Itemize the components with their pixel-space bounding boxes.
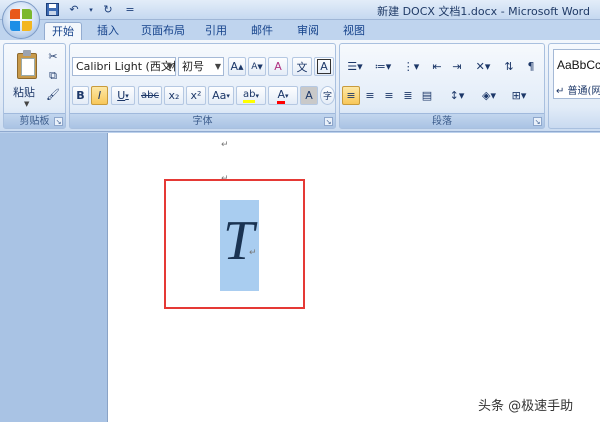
style-name-label: ↵ 普通(网	[556, 86, 600, 97]
character-border-label: A	[317, 59, 331, 74]
superscript-button[interactable]: x²	[186, 86, 206, 105]
justify-icon[interactable]: ≣	[399, 86, 417, 105]
borders-icon[interactable]: ⊞▾	[506, 86, 532, 105]
paste-button-label[interactable]: 粘贴	[13, 84, 35, 100]
style-normal-web[interactable]: AaBbCcDc ↵ 普通(网	[553, 49, 600, 99]
font-dialog-launcher-icon[interactable]: ↘	[324, 117, 333, 126]
character-shading-label: A	[305, 89, 313, 102]
paragraph-group: ☰▾ ≔▾ ⋮▾ ⇤ ⇥ ✕▾ ⇅ ¶ ≡ ≡ ≡ ≣ ▤ ↕▾ ◈▾ ⊞▾ 段…	[339, 43, 545, 129]
font-size-combo[interactable]: 初号 ▼	[178, 57, 224, 76]
tab-mailings[interactable]: 邮件	[244, 22, 280, 40]
paragraph-mark: ↵	[221, 140, 229, 150]
paragraph-dialog-launcher-icon[interactable]: ↘	[533, 117, 542, 126]
office-button[interactable]	[2, 1, 40, 39]
font-name-combo[interactable]: Calibri Light (西文标 ▼	[72, 57, 176, 76]
italic-label: I	[97, 89, 102, 102]
text-highlight-label: ab	[243, 89, 256, 103]
clear-formatting-label: A	[274, 60, 282, 73]
font-size-chevron-down-icon[interactable]: ▼	[215, 58, 221, 75]
paste-dropdown-chevron-icon[interactable]: ▼	[24, 100, 29, 108]
increase-indent-icon[interactable]: ⇥	[448, 57, 466, 76]
window-title: 新建 DOCX 文档1.docx - Microsoft Word	[377, 5, 590, 18]
numbering-icon[interactable]: ≔▾	[370, 57, 396, 76]
tab-view[interactable]: 视图	[336, 22, 372, 40]
watermark-text: 头条 @极速手助	[478, 399, 574, 414]
undo-dropdown-chevron-icon[interactable]: ▾	[88, 2, 94, 17]
font-name-value: Calibri Light (西文标	[76, 60, 176, 73]
font-group: Calibri Light (西文标 ▼ 初号 ▼ A ▲ A ▼ A 文 A B …	[69, 43, 336, 129]
enclose-characters-label: 字	[322, 92, 332, 102]
undo-icon[interactable]: ↶	[66, 2, 82, 17]
font-name-chevron-down-icon[interactable]: ▼	[167, 58, 173, 75]
character-shading-button[interactable]: A	[300, 86, 318, 105]
clear-formatting-button[interactable]: A	[268, 57, 288, 76]
chinese-layout-icon[interactable]: ✕▾	[470, 57, 496, 76]
tab-review[interactable]: 审阅	[290, 22, 326, 40]
grow-font-label: A	[230, 60, 239, 73]
annotation-highlight-box	[164, 179, 305, 309]
paste-icon[interactable]	[14, 50, 40, 80]
paragraph-shading-icon[interactable]: ◈▾	[476, 86, 502, 105]
italic-button[interactable]: I	[91, 86, 108, 105]
ribbon: 粘贴 ▼ ✂ ⧉ 🖌 剪贴板 ↘ Calibri Light (西文标 ▼ 初号…	[0, 40, 600, 132]
font-group-label: 字体	[70, 113, 335, 128]
save-icon[interactable]	[44, 2, 60, 17]
line-spacing-icon[interactable]: ↕▾	[444, 86, 470, 105]
align-left-icon[interactable]: ≡	[342, 86, 360, 105]
text-highlight-button[interactable]: ab ▾	[236, 86, 266, 105]
style-sample-text: AaBbCcDc	[557, 58, 600, 72]
distributed-icon[interactable]: ▤	[418, 86, 436, 105]
tab-home[interactable]: 开始	[44, 22, 82, 40]
format-painter-icon[interactable]: 🖌	[44, 86, 62, 103]
copy-icon[interactable]: ⧉	[44, 67, 62, 84]
styles-group: AaBbCcDc ↵ 普通(网	[548, 43, 600, 129]
font-color-button[interactable]: A ▾	[268, 86, 298, 105]
tab-insert[interactable]: 插入	[90, 22, 126, 40]
customize-qat-button[interactable]: =	[122, 2, 138, 17]
strikethrough-label: abc	[141, 90, 159, 101]
character-border-button[interactable]: A	[314, 57, 334, 76]
clipboard-group: 粘贴 ▼ ✂ ⧉ 🖌 剪贴板 ↘	[3, 43, 66, 129]
ribbon-tabs: 开始 插入 页面布局 引用 邮件 审阅 视图	[0, 20, 600, 40]
tab-references[interactable]: 引用	[198, 22, 234, 40]
change-case-button[interactable]: Aa ▾	[208, 86, 234, 105]
enclose-characters-button[interactable]: 字	[320, 86, 335, 105]
subscript-button[interactable]: x₂	[164, 86, 184, 105]
align-right-icon[interactable]: ≡	[380, 86, 398, 105]
underline-button[interactable]: U ▾	[111, 86, 135, 105]
office-logo-icon	[10, 9, 32, 31]
font-size-value: 初号	[182, 60, 204, 73]
clipboard-dialog-launcher-icon[interactable]: ↘	[54, 117, 63, 126]
subscript-label: x₂	[168, 89, 180, 102]
phonetic-guide-label: 文	[296, 60, 308, 74]
paragraph-group-label: 段落	[340, 113, 544, 128]
shrink-font-button[interactable]: A ▼	[248, 57, 266, 76]
strikethrough-button[interactable]: abc	[138, 86, 162, 105]
font-color-label: A	[277, 88, 285, 104]
multilevel-list-icon[interactable]: ⋮▾	[398, 57, 424, 76]
show-marks-icon[interactable]: ¶	[522, 57, 540, 76]
superscript-label: x²	[190, 89, 202, 102]
underline-label: U	[117, 89, 126, 102]
bold-label: B	[76, 89, 85, 102]
change-case-label: Aa	[212, 89, 227, 102]
align-center-icon[interactable]: ≡	[361, 86, 379, 105]
quick-access-toolbar: ↶ ▾ ↻ =	[44, 2, 138, 17]
cut-icon[interactable]: ✂	[44, 48, 62, 65]
title-bar: ↶ ▾ ↻ = 新建 DOCX 文档1.docx - Microsoft Wor…	[0, 0, 600, 39]
redo-icon[interactable]: ↻	[100, 2, 116, 17]
bullets-icon[interactable]: ☰▾	[342, 57, 368, 76]
grow-font-button[interactable]: A ▲	[228, 57, 246, 76]
sort-icon[interactable]: ⇅	[500, 57, 518, 76]
phonetic-guide-button[interactable]: 文	[292, 57, 312, 76]
decrease-indent-icon[interactable]: ⇤	[428, 57, 446, 76]
bold-button[interactable]: B	[72, 86, 89, 105]
tab-page-layout[interactable]: 页面布局	[136, 22, 190, 40]
